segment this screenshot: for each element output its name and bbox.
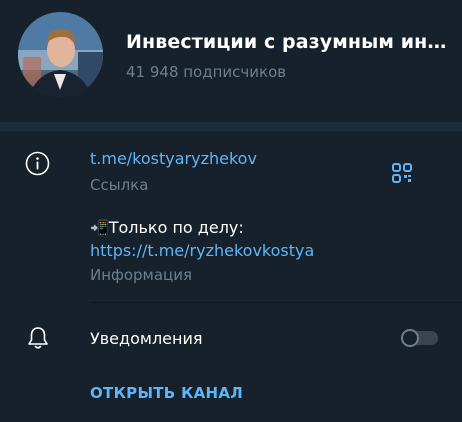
channel-title: Инвестиции с разумным инвес... bbox=[126, 31, 451, 53]
channel-link[interactable]: t.me/kostyaryzhekov bbox=[90, 149, 257, 168]
description-line: Только по делу: bbox=[108, 218, 244, 237]
description-text: 📲Только по делу: bbox=[90, 218, 244, 237]
info-icon bbox=[25, 151, 50, 176]
phone-emoji-icon: 📲 bbox=[90, 219, 109, 237]
toggle-knob bbox=[401, 329, 419, 347]
open-channel-button[interactable]: ОТКРЫТЬ КАНАЛ bbox=[90, 384, 243, 402]
description-link[interactable]: https://t.me/ryzhekovkostya bbox=[90, 241, 314, 260]
notifications-toggle[interactable] bbox=[401, 329, 438, 347]
channel-avatar[interactable] bbox=[18, 12, 103, 97]
link-caption: Ссылка bbox=[90, 176, 149, 194]
notifications-label: Уведомления bbox=[90, 329, 203, 348]
channel-header: Инвестиции с разумным инвес... 41 948 по… bbox=[0, 0, 462, 122]
description-caption: Информация bbox=[90, 266, 193, 284]
bell-icon bbox=[28, 327, 48, 349]
subscriber-count: 41 948 подписчиков bbox=[126, 63, 287, 81]
divider bbox=[90, 302, 462, 303]
qr-code-icon[interactable] bbox=[392, 163, 412, 183]
